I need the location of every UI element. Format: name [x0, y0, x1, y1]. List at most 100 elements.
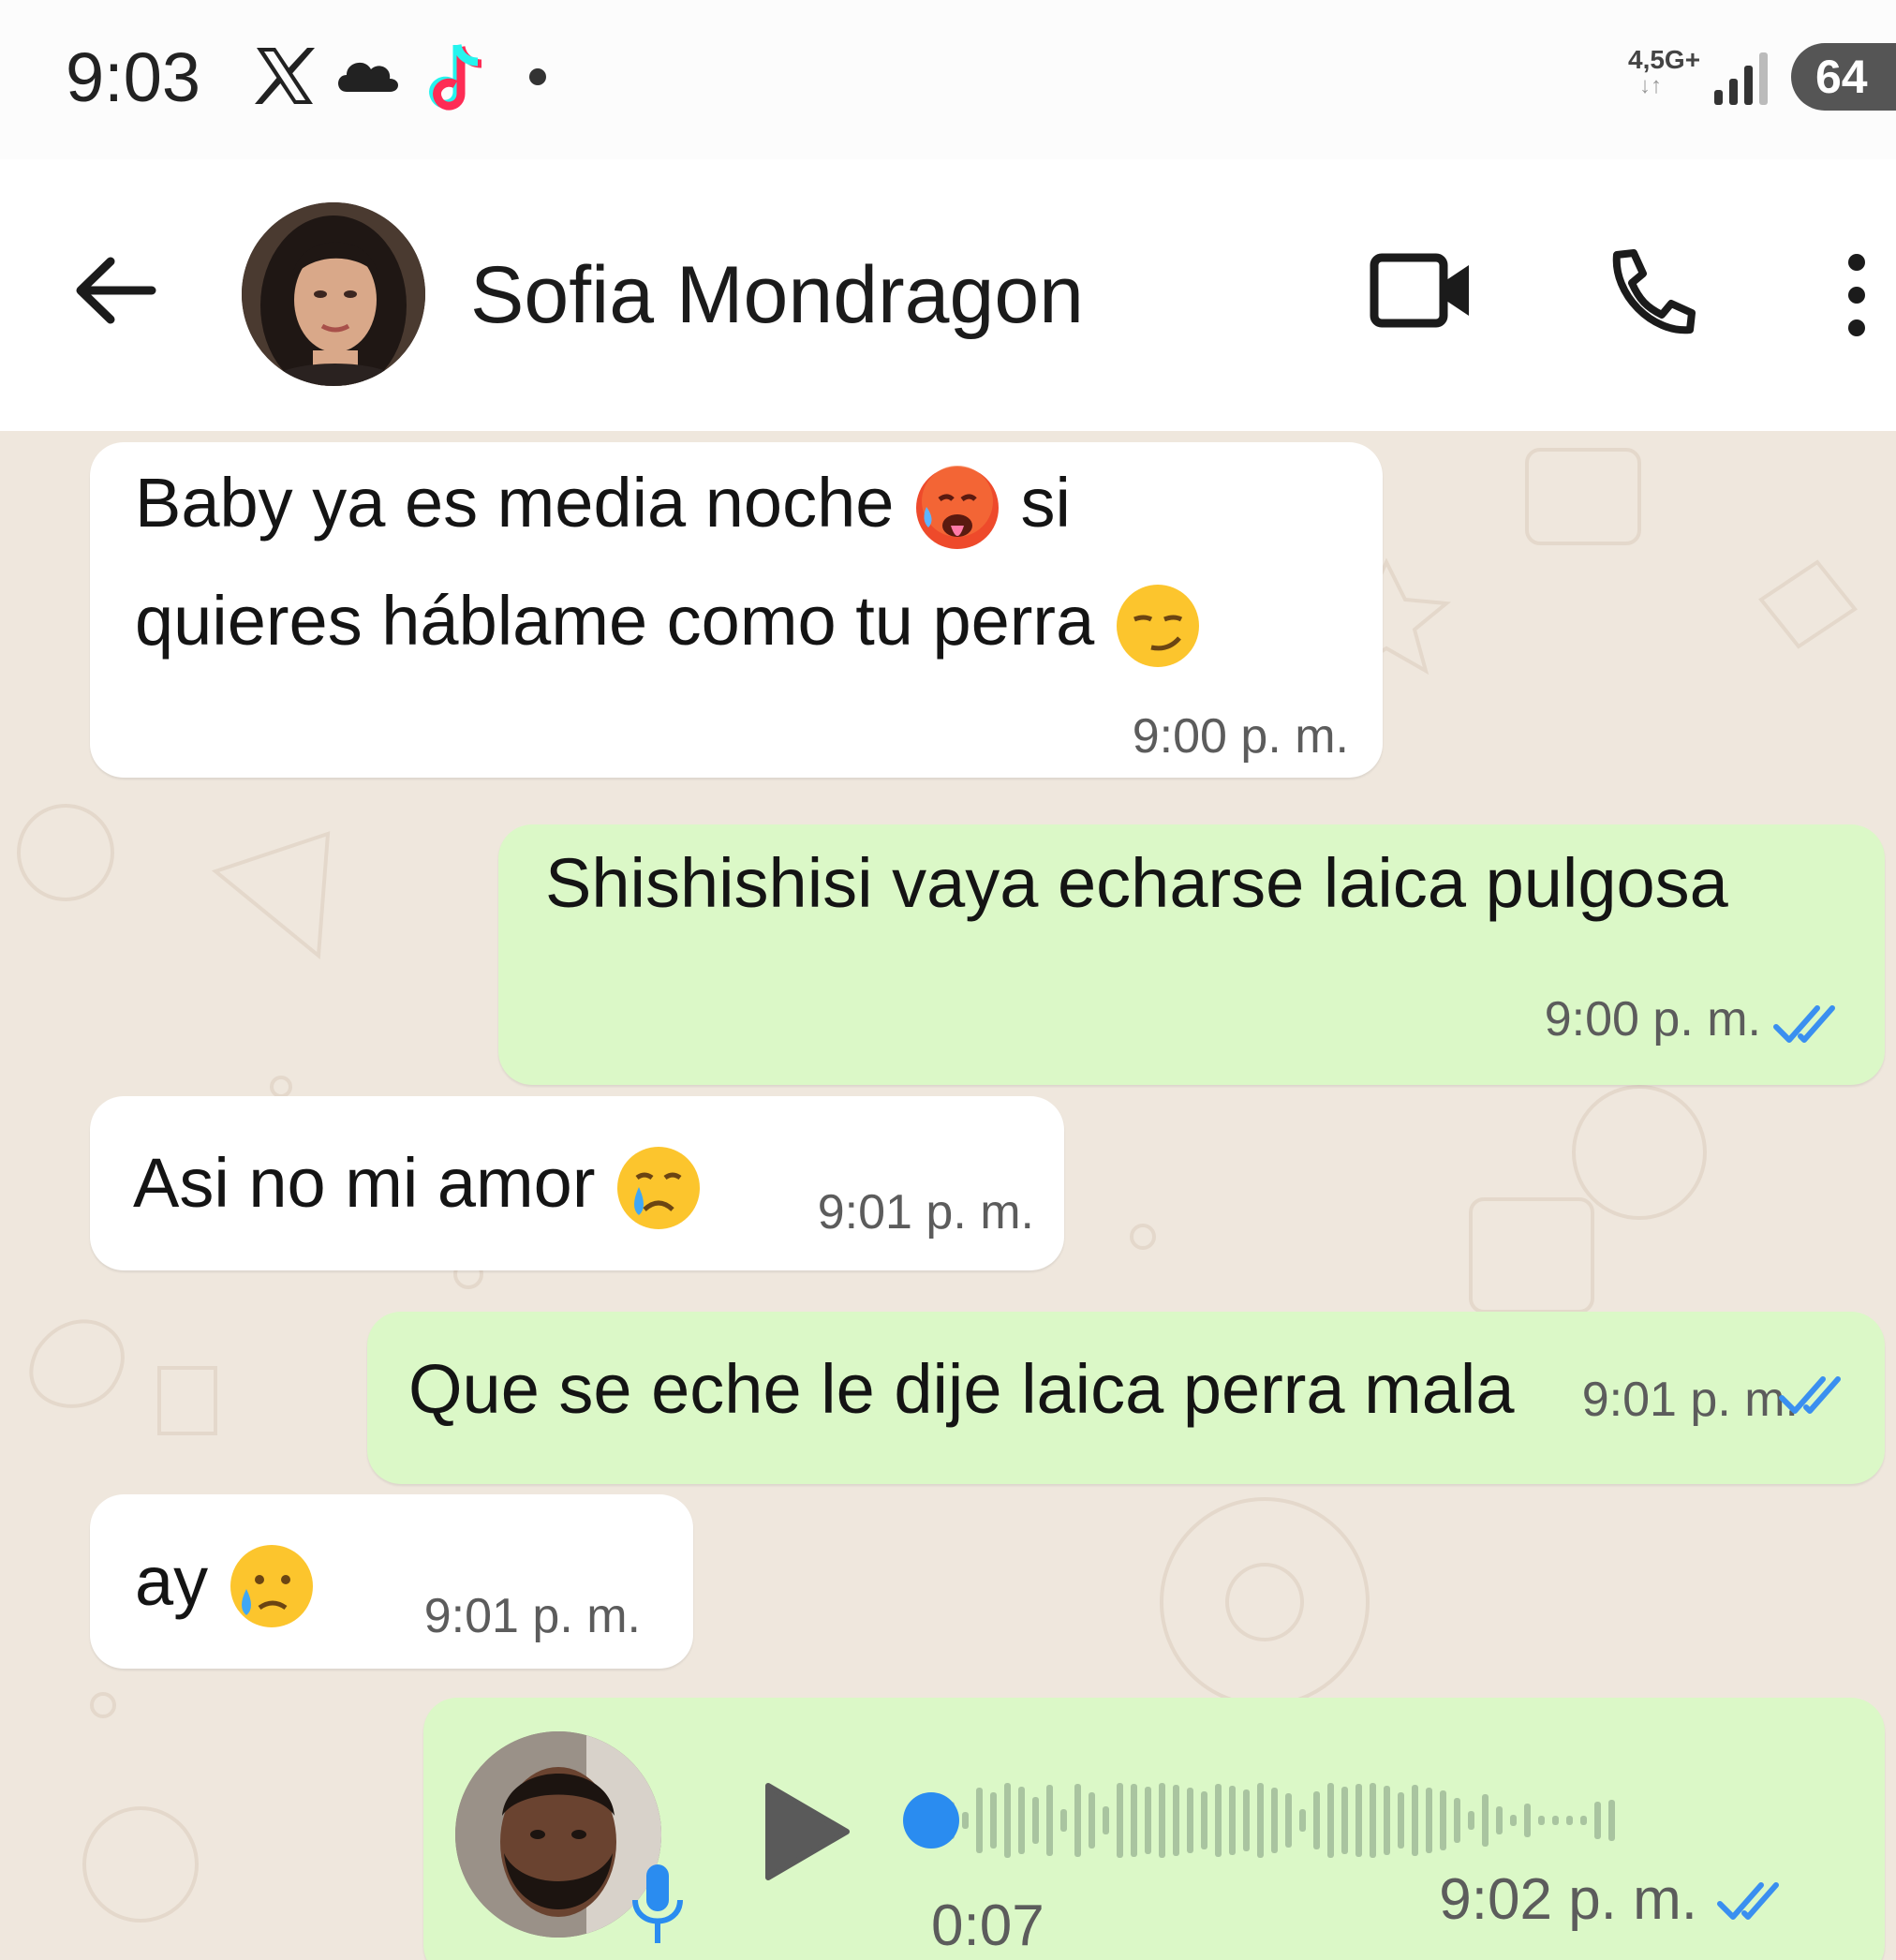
message-text: quieres háblame como tu perra [135, 582, 1114, 660]
read-ticks-icon [1773, 1005, 1835, 1043]
waveform-bar [990, 1792, 997, 1849]
back-arrow-icon[interactable] [73, 248, 157, 333]
microphone-icon [630, 1863, 686, 1952]
message-text: Baby ya es media noche [135, 464, 913, 542]
waveform-bar [1018, 1787, 1025, 1854]
outgoing-message[interactable]: Shishishisi vaya echarse laica pulgosa 9… [498, 824, 1885, 1085]
waveform-bar [1384, 1786, 1390, 1855]
hot-face-emoji [915, 466, 999, 550]
waveform-bar [1159, 1783, 1165, 1858]
chat-area[interactable]: Baby ya es media noche si quieres háblam… [0, 431, 1896, 1960]
message-time: 9:01 p. m. [423, 1589, 641, 1643]
network-type: 4,5G+ ↓↑ [1628, 47, 1700, 99]
battery-indicator: 64 [1791, 43, 1896, 111]
waveform-bar [1074, 1784, 1081, 1857]
waveform-bar [1496, 1806, 1503, 1834]
waveform-bar [1510, 1815, 1517, 1826]
waveform-bar [1046, 1785, 1053, 1856]
waveform-bar [1257, 1783, 1264, 1858]
waveform-bar [1117, 1783, 1123, 1858]
signal-icon [1712, 49, 1770, 111]
waveform-bar [1524, 1804, 1531, 1837]
waveform-bar [1299, 1809, 1306, 1832]
waveform-bar [1412, 1785, 1418, 1856]
voice-progress-dot[interactable] [903, 1792, 959, 1849]
waveform-bar [1089, 1792, 1095, 1849]
sad-tear-emoji [230, 1545, 313, 1628]
waveform-bar [1580, 1816, 1587, 1825]
waveform-bar [1103, 1806, 1109, 1834]
outgoing-message[interactable]: Que se eche le dije laica perra mala 9:0… [367, 1312, 1885, 1484]
notification-dot-icon [529, 68, 546, 85]
waveform-bar [962, 1812, 969, 1829]
network-arrows: ↓↑ [1639, 73, 1662, 98]
message-text: Asi no mi amor [133, 1144, 615, 1222]
network-label: 4,5G+ [1628, 45, 1701, 74]
message-time: 9:00 p. m. [1132, 709, 1349, 764]
message-line: ay [135, 1522, 316, 1641]
waveform-bar [1594, 1802, 1601, 1839]
message-time: 9:01 p. m. [817, 1185, 1034, 1240]
waveform-bar [1454, 1798, 1460, 1843]
waveform-bar [976, 1788, 983, 1853]
waveform-bar [1552, 1816, 1559, 1825]
cloud-icon [333, 52, 401, 98]
waveform-bar [1243, 1789, 1250, 1851]
incoming-message[interactable]: Baby ya es media noche si quieres háblam… [90, 442, 1383, 778]
waveform-bar [1060, 1809, 1067, 1832]
more-vert-icon[interactable] [1838, 253, 1875, 337]
status-time: 9:03 [66, 38, 201, 116]
message-time: 9:00 p. m. [1544, 992, 1761, 1047]
waveform-bar [1608, 1800, 1615, 1841]
phone-icon[interactable] [1606, 245, 1699, 339]
tiktok-icon [420, 39, 489, 123]
message-line: Asi no mi amor [133, 1124, 703, 1242]
waveform-bar [1482, 1794, 1489, 1847]
waveform-bar [1440, 1790, 1446, 1850]
waveform-bar [1538, 1816, 1545, 1825]
message-text: si [1000, 464, 1071, 542]
contact-name[interactable]: Sofia Mondragon [470, 249, 1084, 342]
contact-avatar[interactable] [242, 202, 425, 386]
message-line: quieres háblame como tu perra [135, 562, 1202, 680]
waveform-bar [1370, 1783, 1376, 1858]
crying-face-emoji [617, 1147, 701, 1230]
video-call-icon[interactable] [1370, 248, 1474, 333]
read-ticks-icon [1717, 1882, 1779, 1920]
waveform-bar [1187, 1788, 1193, 1853]
smirk-emoji [1116, 585, 1199, 668]
play-icon[interactable] [761, 1780, 854, 1888]
waveform-bar [1426, 1788, 1432, 1853]
chat-header: Sofia Mondragon [0, 159, 1896, 431]
waveform-bar [1398, 1792, 1404, 1849]
message-text: ay [135, 1542, 228, 1620]
voice-waveform[interactable] [899, 1769, 1780, 1872]
message-line: Baby ya es media noche si [135, 444, 1071, 562]
incoming-message[interactable]: ay 9:01 p. m. [90, 1494, 693, 1669]
waveform-bar [1229, 1786, 1236, 1855]
waveform-bar [1341, 1787, 1348, 1854]
waveform-bar [1566, 1816, 1573, 1825]
message-time: 9:01 p. m. [1581, 1373, 1799, 1427]
waveform-bar [1285, 1793, 1292, 1848]
incoming-message[interactable]: Asi no mi amor 9:01 p. m. [90, 1096, 1064, 1270]
waveform-bar [1468, 1811, 1474, 1830]
message-text: Que se eche le dije laica perra mala [408, 1350, 1515, 1428]
read-ticks-icon [1779, 1376, 1841, 1414]
waveform-bar [1271, 1788, 1278, 1853]
waveform-bar [1313, 1791, 1320, 1849]
waveform-bar [1004, 1783, 1011, 1858]
waveform-bar [1145, 1787, 1151, 1854]
voice-duration: 0:07 [931, 1893, 1044, 1958]
waveform-bar [1201, 1791, 1207, 1849]
waveform-bar [1355, 1784, 1362, 1857]
waveform-bar [1032, 1797, 1039, 1844]
x-logo-icon [251, 42, 318, 114]
waveform-bar [1131, 1784, 1137, 1857]
message-time: 9:02 p. m. [1439, 1867, 1697, 1932]
status-bar: 9:03 4,5G+ ↓↑ 64 [0, 0, 1896, 159]
waveform-bar [1173, 1785, 1179, 1856]
waveform-bar [1327, 1783, 1334, 1858]
waveform-bar [1215, 1784, 1222, 1857]
message-text: Shishishisi vaya echarse laica pulgosa [545, 844, 1728, 922]
